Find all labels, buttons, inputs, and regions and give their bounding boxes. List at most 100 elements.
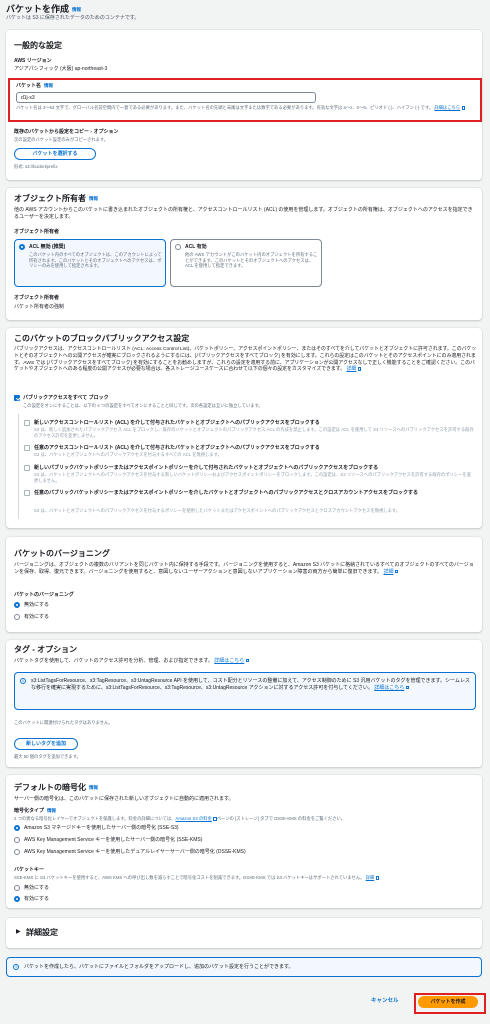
tags-info-text: s3:ListTagsForResource、s3:TagResource、s3… [31, 678, 470, 691]
block-new-acls-checkbox[interactable] [24, 420, 30, 426]
bucket-name-help: バケット名は 3～63 文字で、グローバル名前空間内で一意である必要があります。… [16, 105, 471, 111]
acl-disabled-desc: このバケット内のすべてのオブジェクトは、このアカウントによって所有されます。この… [29, 252, 162, 269]
block-new-acls-label: 新しいアクセスコントロールリスト (ACL) を介して付与されたバケットとオブジ… [34, 420, 320, 426]
bucket-name-input[interactable]: d1j-s3 [16, 92, 316, 103]
external-link-icon [461, 106, 466, 110]
block-any-policies-desc: S3 は、バケットとオブジェクトへのパブリックアクセスを付与するポリシーを使用し… [34, 508, 401, 513]
acl-enabled-radio[interactable] [175, 244, 181, 250]
bucket-key-learn-link[interactable]: 詳細 [366, 875, 375, 880]
copy-settings-desc: 次の設定のバケット設定のみがコピーされます。 [14, 137, 109, 142]
footer-info-alert: i バケットを作成したら、バケットにファイルとフォルダをアップロードし、追加のバ… [6, 957, 482, 977]
object-ownership-field-label: オブジェクト所有者 [14, 229, 60, 235]
encryption-type-label: 暗号化タイプ 情報 [14, 808, 57, 814]
block-all-checkbox[interactable] [14, 395, 20, 401]
bucket-format-hint: 形式: s3://bucket/prefix [14, 164, 58, 169]
block-public-access-learn-link[interactable]: 詳細 [346, 367, 356, 372]
advanced-settings-title[interactable]: 詳細設定 [26, 928, 58, 939]
page-title: バケットを作成 情報 [6, 4, 82, 14]
block-any-acls-label: 任意のアクセスコントロールリスト (ACL) を介して付与されたバケットとオブジ… [34, 445, 320, 451]
bucket-name-info-link[interactable]: 情報 [44, 83, 53, 88]
acl-disabled-option[interactable]: ACL 無効 (推奨) このバケット内のすべてのオブジェクトは、このアカウントに… [14, 239, 166, 287]
object-owner-label: オブジェクト所有者 [14, 295, 60, 301]
block-any-acls-checkbox[interactable] [24, 445, 30, 451]
tags-panel: タグ - オプション バケットタグを使用して、バケットのアクセス許可を分析、管理… [6, 640, 482, 767]
general-settings-title: 一般的な設定 [14, 41, 62, 50]
bucket-key-label: バケットキー [14, 867, 45, 873]
block-all-label: パブリックアクセスをすべて ブロック [23, 395, 109, 401]
external-link-icon [405, 685, 410, 690]
page-subtitle: バケットは S3 に保存されたデータのためのコンテナです。 [6, 15, 140, 21]
acl-enabled-title: ACL 有効 [185, 244, 207, 250]
versioning-enable-radio[interactable] [14, 614, 20, 620]
bucket-key-enable-radio[interactable] [14, 896, 20, 902]
object-owner-value: バケット所有者の強制 [14, 304, 65, 310]
block-any-policies-checkbox[interactable] [24, 490, 30, 496]
block-all-desc: この設定をオンにすることは、以下の 4 つの設定をすべてオンにすることと同じです… [23, 403, 263, 408]
acl-enabled-option[interactable]: ACL 有効 他の AWS アカウントがこのバケット内のオブジェクトを所有するこ… [170, 239, 322, 287]
versioning-enable-label: 有効にする [24, 614, 50, 620]
sse-s3-radio[interactable] [14, 825, 20, 831]
acl-disabled-title: ACL 無効 (推奨) [29, 244, 66, 250]
footer-info-text: バケットを作成したら、バケットにファイルとフォルダをアップロードし、追加のバケッ… [24, 964, 294, 970]
page-info-link[interactable]: 情報 [72, 7, 81, 12]
general-settings-panel: 一般的な設定 AWS リージョン アジアパシフィック (大阪) ap-north… [6, 30, 482, 180]
bucket-name-label: バケット名 情報 [16, 83, 54, 89]
cancel-button[interactable]: キャンセル [371, 998, 399, 1005]
caret-right-icon: ▶ [16, 929, 21, 935]
bucket-name-help-link[interactable]: 詳細はこちら [434, 105, 460, 110]
external-link-icon [245, 658, 250, 663]
tags-learn-link[interactable]: 詳細はこちら [214, 658, 244, 664]
external-link-icon [375, 876, 380, 880]
object-ownership-panel: オブジェクト所有者 情報 他の AWS アカウントからこのバケットに書き込まれたオ… [6, 188, 482, 320]
object-ownership-desc: 他の AWS アカウントからこのバケットに書き込まれたオブジェクトの所有権と、ア… [14, 207, 473, 220]
tags-title: タグ - オプション [14, 645, 78, 654]
versioning-title: バケットのバージョニング [14, 549, 110, 558]
block-public-access-desc: パブリックアクセスは、アクセスコントロールリスト (ACL: Access Co… [14, 347, 477, 373]
versioning-field-label: バケットのバージョニング [14, 592, 74, 598]
dsse-kms-label: AWS Key Management Service キーを使用したデュアルレイ… [24, 849, 246, 855]
dsse-kms-radio[interactable] [14, 849, 20, 855]
object-ownership-title: オブジェクト所有者 情報 [14, 194, 98, 203]
block-new-policies-label: 新しいパブリックバケットポリシーまたはアクセスポイントポリシーを介して付与された… [34, 465, 379, 471]
info-icon: i [20, 678, 26, 684]
tags-empty-text: このバケットに関連付けられたタグはありません。 [14, 720, 113, 725]
versioning-desc: バージョニングは、オブジェクトの複数のバリアントを同じバケット内に保持する手段で… [14, 562, 474, 575]
encryption-title: デフォルトの暗号化 情報 [14, 783, 98, 792]
versioning-disable-label: 無効にする [24, 602, 50, 608]
versioning-panel: バケットのバージョニング バージョニングは、オブジェクトの複数のバリアントを同じ… [6, 537, 482, 632]
default-encryption-panel: デフォルトの暗号化 情報 サーバー側の暗号化は、このバケットに保存された新しいオブ… [6, 775, 482, 908]
encryption-type-desc: 2 つの異なる暗号化レイヤーでオブジェクトを保護します。料金の詳細については、A… [14, 816, 346, 821]
bucket-key-desc: SSE-KMS に S3 バケットキーを使用すると、AWS KMS への呼び出し… [14, 875, 380, 881]
block-new-acls-desc: S3 は、新しく追加されたパブリックアクセス ACL をブロックし、既存のバケッ… [34, 427, 474, 438]
object-ownership-info-link[interactable]: 情報 [89, 196, 98, 201]
sse-s3-label: Amazon S3 マネージドキーを使用したサーバー側の暗号化 (SSE-S3) [24, 825, 179, 831]
region-value: アジアパシフィック (大阪) ap-northeast-3 [14, 66, 108, 72]
choose-bucket-button[interactable]: バケットを選択する [14, 148, 96, 160]
encryption-type-info-link[interactable]: 情報 [47, 808, 56, 813]
tags-info-alert: i s3:ListTagsForResource、s3:TagResource、… [14, 672, 476, 710]
sse-kms-label: AWS Key Management Service キーを使用したサーバー側の… [24, 837, 203, 843]
add-tag-button[interactable]: 新しいタグを追加 [14, 738, 78, 750]
sse-kms-radio[interactable] [14, 837, 20, 843]
block-any-acls-desc: S3 は、バケットとオブジェクトへのパブリックアクセスを付与するすべての ACL… [34, 452, 222, 457]
acl-disabled-radio[interactable] [19, 244, 25, 250]
s3-pricing-link[interactable]: Amazon S3 の料金 [176, 816, 212, 821]
block-any-policies-label: 任意のパブリックバケットポリシーまたはアクセスポイントポリシーを介したバケットと… [34, 490, 419, 496]
sub-settings-divider [18, 414, 19, 519]
tags-info-learn-link[interactable]: 詳細はこちら [374, 685, 404, 691]
versioning-learn-link[interactable]: 詳細 [383, 569, 393, 575]
block-public-access-title: このバケットのブロックパブリックアクセス設定 [14, 334, 190, 343]
acl-enabled-desc: 他の AWS アカウントがこのバケット内のオブジェクトを所有することができます。… [185, 252, 318, 269]
advanced-settings-panel[interactable]: ▶ 詳細設定 [6, 918, 482, 948]
block-new-policies-checkbox[interactable] [24, 465, 30, 471]
bucket-key-enable-label: 有効にする [24, 896, 50, 902]
tags-limit-text: 最大 50 個のタグを追加できます。 [14, 754, 81, 759]
info-icon: i [13, 964, 19, 970]
block-public-access-panel: このバケットのブロックパブリックアクセス設定 パブリックアクセスは、アクセスコン… [6, 328, 482, 528]
encryption-info-link[interactable]: 情報 [89, 785, 98, 790]
bucket-key-disable-radio[interactable] [14, 885, 20, 891]
bucket-key-disable-label: 無効にする [24, 885, 50, 891]
create-bucket-button[interactable]: バケットを作成 [418, 996, 478, 1008]
block-new-policies-desc: S3 は、バケットとオブジェクトへのパブリックアクセスを付与する新しいバケットポ… [34, 472, 471, 483]
versioning-disable-radio[interactable] [14, 602, 20, 608]
